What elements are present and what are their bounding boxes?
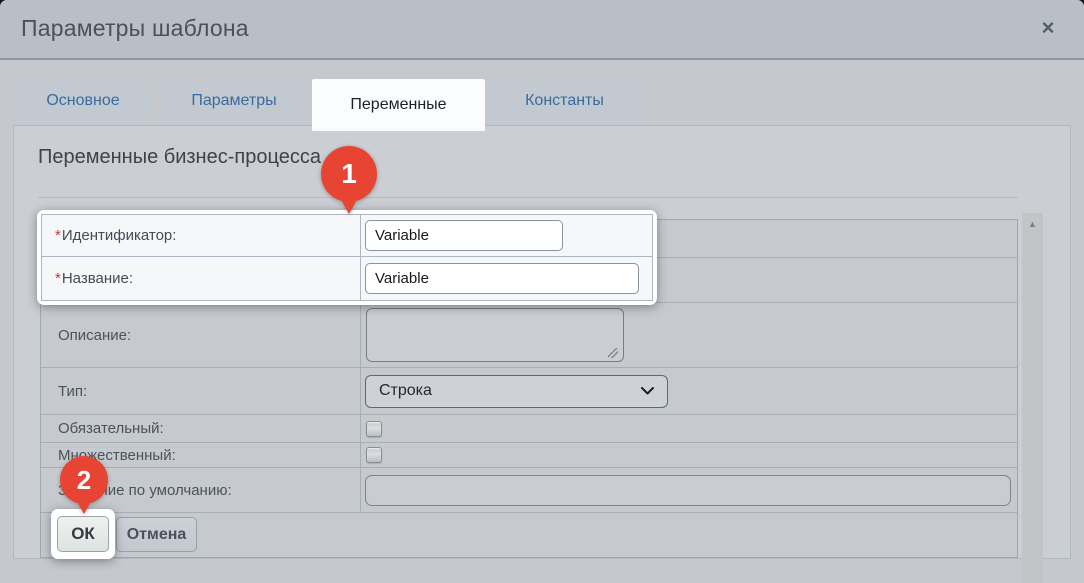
required-marker: *	[55, 227, 61, 244]
ok-button[interactable]: ОК	[57, 516, 109, 552]
textarea-resize-handle-icon[interactable]	[608, 348, 618, 358]
template-parameters-dialog: Параметры шаблона × Основное Параметры П…	[0, 0, 1084, 583]
callout-pin-1: 1	[321, 146, 377, 214]
type-select-value: Строка	[379, 382, 432, 400]
scroll-up-icon[interactable]: ▲	[1022, 213, 1043, 229]
required-marker: *	[55, 270, 61, 287]
cancel-button[interactable]: Отмена	[116, 517, 197, 552]
chevron-down-icon	[641, 387, 654, 395]
default-value-input[interactable]	[365, 475, 1011, 506]
name-label: Название:	[62, 270, 133, 287]
row-default-value: Значение по умолчанию:	[41, 468, 1017, 513]
type-label: Тип:	[41, 368, 361, 414]
callout-highlight-ok: ОК	[51, 509, 115, 559]
row-type: Тип: Строка	[41, 368, 1017, 415]
close-icon[interactable]: ×	[1034, 14, 1062, 42]
type-select[interactable]: Строка	[365, 375, 668, 408]
description-textarea[interactable]	[366, 308, 624, 362]
row-multiple: Множественный:	[41, 443, 1017, 468]
row-required: Обязательный:	[41, 415, 1017, 443]
required-checkbox[interactable]	[366, 421, 382, 437]
dialog-title: Параметры шаблона	[21, 15, 249, 42]
callout-pin-tail	[338, 194, 360, 214]
tab-peremennye-active[interactable]: Переменные	[312, 79, 485, 131]
tab-konstanty[interactable]: Константы	[489, 81, 640, 121]
callout-pin-2: 2	[60, 456, 108, 514]
row-identifier: * Идентификатор:	[42, 215, 652, 257]
identifier-input[interactable]	[365, 220, 563, 251]
name-input[interactable]	[365, 263, 639, 294]
multiple-checkbox[interactable]	[366, 447, 382, 463]
identifier-label: Идентификатор:	[62, 227, 177, 244]
scrollbar-vertical[interactable]: ▲	[1022, 213, 1043, 583]
required-label: Обязательный:	[41, 415, 361, 442]
dialog-titlebar: Параметры шаблона ×	[0, 0, 1084, 60]
callout-pin-tail	[74, 496, 94, 514]
tab-parametry[interactable]: Параметры	[162, 81, 306, 121]
description-label: Описание:	[41, 303, 361, 367]
row-name: * Название:	[42, 257, 652, 300]
tab-label: Переменные	[350, 96, 446, 114]
row-description: Описание:	[41, 303, 1017, 368]
tab-label: Параметры	[191, 92, 276, 110]
tab-label: Константы	[525, 92, 604, 110]
tab-osnovnoe[interactable]: Основное	[14, 81, 152, 121]
tab-label: Основное	[46, 92, 119, 110]
heading-divider	[38, 197, 1018, 198]
callout-highlight-fields: * Идентификатор: * Название:	[37, 210, 657, 305]
